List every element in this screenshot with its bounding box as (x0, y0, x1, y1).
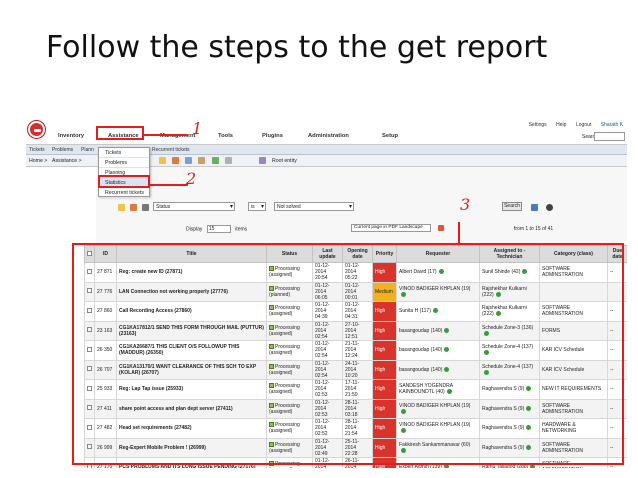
app-logo (28, 121, 45, 138)
settings-link[interactable]: Settings (529, 122, 547, 128)
filter-field-select[interactable]: Status (153, 202, 235, 211)
submenu-problems[interactable]: Problems (52, 147, 73, 153)
root-entity-label[interactable]: Root entity (272, 158, 297, 164)
pagination-info: from 1 to 15 of 41 (514, 226, 554, 232)
dropdown-item-problems[interactable]: Problems (99, 158, 149, 168)
delete-icon[interactable] (142, 204, 149, 211)
reset-icon[interactable] (546, 204, 553, 211)
menu-plugins[interactable]: Plugins (262, 133, 283, 139)
bookmark-icon[interactable] (531, 204, 538, 211)
folder-icon[interactable] (212, 157, 219, 164)
annotation-arrow-2 (150, 184, 188, 186)
app-screenshot: Inventory Assistance Management Tools Pl… (26, 118, 627, 468)
slide-title: Follow the steps to the get report (46, 30, 548, 65)
export-select[interactable]: Current page in PDF Landscape (351, 224, 431, 232)
assistance-dropdown: Tickets Problems Planning Statistics Rec… (98, 147, 150, 198)
dropdown-item-recurrent[interactable]: Recurrent tickets (99, 188, 149, 198)
dropdown-item-tickets[interactable]: Tickets (99, 148, 149, 158)
menu-inventory[interactable]: Inventory (58, 133, 84, 139)
annotation-arrow-3 (458, 222, 460, 244)
submenu-planning[interactable]: Plann (81, 147, 94, 153)
submenu-recurrent[interactable]: Recurrent tickets (152, 147, 190, 153)
breadcrumb-home[interactable]: Home > (29, 158, 47, 164)
list-icon[interactable] (225, 157, 232, 164)
filter-value-select[interactable]: Not solved (274, 202, 354, 211)
annotation-step-1: 1 (192, 119, 203, 138)
display-suffix: items (235, 226, 248, 233)
help-link[interactable]: Help (556, 122, 566, 128)
template-icon[interactable] (172, 157, 179, 164)
annotation-arrow-1 (144, 134, 188, 136)
display-count-select[interactable]: 15 (206, 225, 231, 233)
annotation-box-statistics (98, 175, 150, 188)
tools-icon[interactable] (198, 157, 205, 164)
menu-setup[interactable]: Setup (382, 133, 398, 139)
submenu-tickets[interactable]: Tickets (29, 147, 45, 153)
tree-icon[interactable] (259, 157, 266, 164)
annotation-box-table (72, 243, 624, 465)
menu-tools[interactable]: Tools (218, 133, 233, 139)
search-button[interactable]: Search (502, 202, 522, 211)
breadcrumb-assistance[interactable]: Assistance > (52, 158, 82, 164)
logout-link[interactable]: Logout (576, 122, 591, 128)
save-search-icon[interactable] (130, 204, 137, 211)
top-right-links: Settings Help Logout Sharath K (521, 122, 623, 128)
global-search-input[interactable] (594, 132, 625, 141)
display-label: Display (186, 226, 203, 233)
current-user[interactable]: Sharath K (601, 122, 623, 128)
menu-administration[interactable]: Administration (308, 133, 349, 139)
annotation-step-3: 3 (460, 195, 471, 214)
display-row: Display 15 items (186, 225, 247, 233)
filter-operator-select[interactable]: is (248, 202, 266, 211)
annotation-box-assistance (96, 126, 144, 140)
export-icon[interactable] (438, 225, 444, 231)
add-icon[interactable] (159, 157, 166, 164)
annotation-step-2: 2 (186, 169, 197, 188)
search-icon[interactable] (185, 157, 192, 164)
star-icon[interactable] (118, 204, 125, 211)
